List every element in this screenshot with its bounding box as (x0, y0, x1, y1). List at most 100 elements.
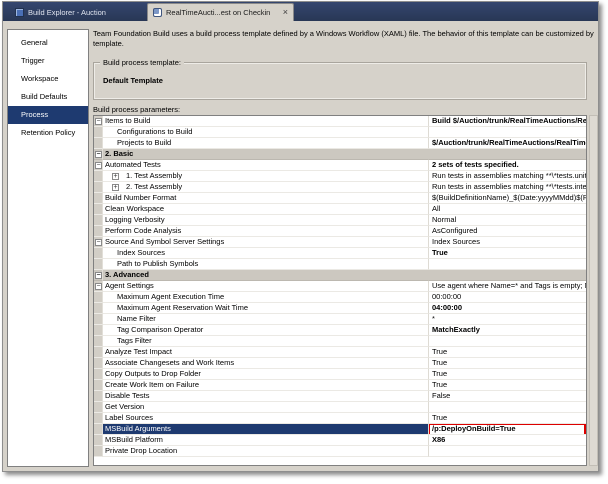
sidebar-item-retention-policy[interactable]: Retention Policy (8, 124, 88, 142)
expand-icon[interactable]: + (112, 173, 119, 180)
row-gutter (94, 347, 103, 358)
tab-build-explorer[interactable]: Build Explorer - Auction (10, 4, 147, 21)
row-gutter (94, 226, 103, 237)
param-row[interactable]: Maximum Agent Execution Time 00:00:00 (94, 292, 586, 303)
row-gutter (94, 303, 103, 314)
param-row[interactable]: Private Drop Location (94, 446, 586, 457)
param-row[interactable]: Clean Workspace All (94, 204, 586, 215)
param-name: Tags Filter (117, 336, 152, 345)
param-row[interactable]: − 3. Advanced (94, 270, 586, 281)
build-definition-window: Build Explorer - Auction RealTimeAucti..… (2, 1, 599, 472)
param-name: Source And Symbol Server Settings (105, 237, 225, 246)
row-gutter: − (94, 270, 103, 281)
row-gutter: − (94, 281, 103, 292)
param-row[interactable]: Projects to Build $/Auction/trunk/RealTi… (94, 138, 586, 149)
param-row[interactable]: +1. Test Assembly Run tests in assemblie… (94, 171, 586, 182)
row-gutter (94, 325, 103, 336)
param-name: Tag Comparison Operator (117, 325, 204, 334)
collapse-icon[interactable]: − (95, 151, 102, 158)
param-row[interactable]: MSBuild Arguments /p:DeployOnBuild=True (94, 424, 586, 435)
param-value: True (432, 413, 448, 422)
param-row[interactable]: Index Sources True (94, 248, 586, 259)
param-value: Run tests in assemblies matching **\*tes… (432, 182, 586, 191)
row-gutter (94, 171, 103, 182)
row-gutter (94, 336, 103, 347)
param-name: Get Version (105, 402, 145, 411)
param-value: True (432, 347, 448, 356)
param-row[interactable]: Tags Filter (94, 336, 586, 347)
param-row[interactable]: Configurations to Build (94, 127, 586, 138)
param-value: True (432, 358, 448, 367)
tab-label: RealTimeAucti...est on Checkin (166, 8, 271, 17)
param-name: Label Sources (105, 413, 153, 422)
param-name: Clean Workspace (105, 204, 165, 213)
sidebar-item-trigger[interactable]: Trigger (8, 52, 88, 70)
row-gutter (94, 215, 103, 226)
expand-icon[interactable]: + (112, 184, 119, 191)
param-row[interactable]: Disable Tests False (94, 391, 586, 402)
param-row[interactable]: − Agent Settings Use agent where Name=* … (94, 281, 586, 292)
vertical-scrollbar[interactable] (589, 115, 598, 466)
tab-label: Build Explorer - Auction (28, 8, 106, 17)
param-value: Run tests in assemblies matching **\*tes… (432, 171, 586, 180)
row-gutter: − (94, 116, 103, 127)
param-row[interactable]: − Items to Build Build $/Auction/trunk/R… (94, 116, 586, 127)
param-row[interactable]: Create Work Item on Failure True (94, 380, 586, 391)
collapse-icon[interactable]: − (95, 272, 102, 279)
row-gutter: − (94, 149, 103, 160)
param-row[interactable]: Maximum Agent Reservation Wait Time 04:0… (94, 303, 586, 314)
sidebar-item-workspace[interactable]: Workspace (8, 70, 88, 88)
param-value: Use agent where Name=* and Tags is empty… (432, 281, 586, 290)
param-value: /p:DeployOnBuild=True (432, 424, 516, 433)
param-row[interactable]: − Automated Tests 2 sets of tests specif… (94, 160, 586, 171)
param-name: Maximum Agent Execution Time (117, 292, 225, 301)
param-row[interactable]: Name Filter * (94, 314, 586, 325)
process-template-description: Team Foundation Build uses a build proce… (93, 29, 595, 48)
param-row[interactable]: Associate Changesets and Work Items True (94, 358, 586, 369)
row-gutter (94, 127, 103, 138)
param-row[interactable]: Tag Comparison Operator MatchExactly (94, 325, 586, 336)
param-row[interactable]: − 2. Basic (94, 149, 586, 160)
param-name: MSBuild Platform (105, 435, 163, 444)
row-gutter (94, 369, 103, 380)
param-row[interactable]: Logging Verbosity Normal (94, 215, 586, 226)
param-value: True (432, 369, 448, 378)
row-gutter (94, 259, 103, 270)
param-name: Build Number Format (105, 193, 177, 202)
param-name: Configurations to Build (117, 127, 193, 136)
build-definition-icon (153, 8, 162, 17)
param-row[interactable]: Get Version (94, 402, 586, 413)
param-row[interactable]: − Source And Symbol Server Settings Inde… (94, 237, 586, 248)
collapse-icon[interactable]: − (95, 239, 102, 246)
sidebar-item-process[interactable]: Process (8, 106, 88, 124)
param-row[interactable]: Path to Publish Symbols (94, 259, 586, 270)
param-name: Maximum Agent Reservation Wait Time (117, 303, 249, 312)
sidebar-item-general[interactable]: General (8, 34, 88, 52)
build-process-parameters-grid: − Items to Build Build $/Auction/trunk/R… (93, 115, 587, 466)
row-gutter (94, 402, 103, 413)
param-value: AsConfigured (432, 226, 478, 235)
row-gutter (94, 314, 103, 325)
param-row[interactable]: Analyze Test Impact True (94, 347, 586, 358)
param-row[interactable]: +2. Test Assembly Run tests in assemblie… (94, 182, 586, 193)
param-row[interactable]: MSBuild Platform X86 (94, 435, 586, 446)
param-row[interactable]: Build Number Format $(BuildDefinitionNam… (94, 193, 586, 204)
param-row[interactable]: Perform Code Analysis AsConfigured (94, 226, 586, 237)
collapse-icon[interactable]: − (95, 283, 102, 290)
param-name: MSBuild Arguments (105, 424, 171, 433)
close-icon[interactable]: × (275, 8, 288, 17)
tab-build-definition[interactable]: RealTimeAucti...est on Checkin × (147, 3, 294, 21)
param-value: 00:00:00 (432, 292, 462, 301)
param-name: 2. Basic (105, 149, 134, 158)
collapse-icon[interactable]: − (95, 118, 102, 125)
row-gutter (94, 248, 103, 259)
param-row[interactable]: Copy Outputs to Drop Folder True (94, 369, 586, 380)
param-value: 04:00:00 (432, 303, 463, 312)
collapse-icon[interactable]: − (95, 162, 102, 169)
param-row[interactable]: Label Sources True (94, 413, 586, 424)
param-value: $/Auction/trunk/RealTimeAuctions/RealTim… (432, 138, 586, 147)
param-value: Normal (432, 215, 457, 224)
sidebar-item-build-defaults[interactable]: Build Defaults (8, 88, 88, 106)
param-value: True (432, 380, 448, 389)
parameters-label: Build process parameters: (93, 105, 181, 114)
